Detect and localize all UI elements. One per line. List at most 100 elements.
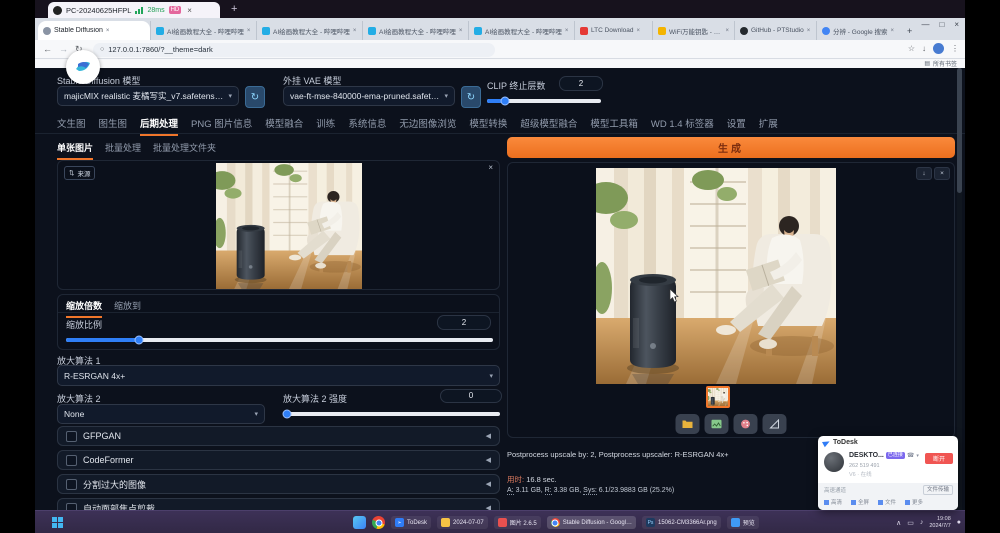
quick-files[interactable]: 文件 xyxy=(878,498,896,506)
generate-button[interactable]: 生成 xyxy=(507,137,955,158)
tab-close-icon[interactable]: × xyxy=(891,28,895,34)
subtab-batch-process[interactable]: 批量处理 xyxy=(105,141,141,160)
quick-fullscreen[interactable]: 全屏 xyxy=(851,498,869,506)
taskbar-app-preview[interactable]: 预览 xyxy=(727,516,759,529)
accordion-auto-face-crop[interactable]: 自动面部焦点剪裁 ◀ xyxy=(57,498,500,510)
subtab-batch-folder[interactable]: 批量处理文件夹 xyxy=(153,141,216,160)
phone-icon[interactable]: ☎ xyxy=(907,452,914,459)
tab-close-icon[interactable]: × xyxy=(565,28,569,34)
tab-close-icon[interactable]: × xyxy=(353,28,357,34)
gfpgan-checkbox[interactable] xyxy=(66,431,77,442)
browser-tab[interactable]: AI绘画教程大全 - 哔哩哔哩 × xyxy=(468,21,574,40)
browser-tab[interactable]: AI绘画教程大全 - 哔哩哔哩 × xyxy=(362,21,468,40)
back-button[interactable]: ← xyxy=(43,44,52,54)
tab-close-icon[interactable]: × xyxy=(247,28,251,34)
browser-tab[interactable]: LTC Download × xyxy=(574,21,652,40)
todesk-window[interactable]: ToDesk DESKTO... 已连接 ☎ ▾ 断开 262 519 491 … xyxy=(818,436,958,510)
browser-tab[interactable]: 分辨 - Google 搜索 × xyxy=(816,21,902,40)
taskbar-app-photoshop[interactable]: Ps 15062-CM3366Ar.png xyxy=(642,516,721,529)
send-to-extras-button[interactable] xyxy=(763,414,787,434)
close-result-button[interactable]: × xyxy=(934,167,950,180)
accordion-codeformer[interactable]: CodeFormer ◀ xyxy=(57,450,500,470)
plus-icon: + xyxy=(907,26,912,36)
face-crop-checkbox[interactable] xyxy=(66,503,77,511)
quick-hd[interactable]: 高清 xyxy=(824,498,842,506)
upscaler2-strength-slider[interactable] xyxy=(283,412,500,416)
browser-menu-icon[interactable]: ⋮ xyxy=(951,44,959,53)
bookmark-star-icon[interactable]: ☆ xyxy=(908,44,915,53)
checkpoint-dropdown[interactable]: majicMIX realistic 麦橘写实_v7.safetensors [… xyxy=(57,86,239,106)
site-info-icon[interactable]: ○ xyxy=(100,46,104,53)
tab-close-icon[interactable]: × xyxy=(459,28,463,34)
send-to-img2img-button[interactable] xyxy=(734,414,758,434)
clear-image-button[interactable]: × xyxy=(488,163,493,172)
source-chip: ⇅ 来源 xyxy=(64,166,95,180)
taskbar-app-folder[interactable]: 2024-07-07 xyxy=(437,516,488,529)
browser-tab[interactable]: AI绘画教程大全 - 哔哩哔哩 × xyxy=(150,21,256,40)
browser-tab[interactable]: WiFi万能钥匙 - 相关 × xyxy=(652,21,734,40)
upscaler2-dropdown[interactable]: None ▾ xyxy=(57,404,265,424)
browser-tab[interactable]: AI绘画教程大全 - 哔哩哔哩 × xyxy=(256,21,362,40)
subtab-single-image[interactable]: 单张图片 xyxy=(57,141,93,160)
refresh-vae-button[interactable]: ↻ xyxy=(461,86,481,108)
split-checkbox[interactable] xyxy=(66,479,77,490)
tab-close-icon[interactable]: × xyxy=(725,28,729,34)
maximize-button[interactable]: □ xyxy=(939,20,944,29)
download-result-button[interactable]: ↓ xyxy=(916,167,932,180)
accordion-gfpgan[interactable]: GFPGAN ◀ xyxy=(57,426,500,446)
quick-more[interactable]: 更多 xyxy=(905,498,923,506)
favicon xyxy=(740,27,748,35)
tab-scale-to[interactable]: 缩放到 xyxy=(114,295,141,318)
todesk-header[interactable]: ToDesk xyxy=(818,436,958,449)
notification-icon[interactable]: ● xyxy=(957,519,961,526)
widgets-icon[interactable] xyxy=(353,516,366,529)
session-close-icon[interactable]: × xyxy=(187,6,192,15)
browser-tab[interactable]: GitHub - PTStudio × xyxy=(734,21,816,40)
result-image[interactable] xyxy=(596,168,836,384)
forward-button[interactable]: → xyxy=(59,44,68,54)
upscaler2-strength-value[interactable]: 0 xyxy=(440,389,502,403)
save-image-button[interactable] xyxy=(705,414,729,434)
source-image-dropzone[interactable]: ⇅ 来源 × xyxy=(57,160,500,290)
refresh-checkpoint-button[interactable]: ↻ xyxy=(245,86,265,108)
file-transfer-button[interactable]: 文件传输 xyxy=(923,485,953,495)
clip-skip-value[interactable]: 2 xyxy=(559,76,603,91)
gallery-thumbnail[interactable] xyxy=(706,386,730,408)
display-icon[interactable]: ▭ xyxy=(907,519,914,527)
start-button[interactable] xyxy=(52,517,63,528)
close-button[interactable]: × xyxy=(954,20,959,29)
toolbar-icons: ☆ ↓ ⋮ xyxy=(908,43,959,54)
open-folder-button[interactable] xyxy=(676,414,700,434)
minimize-button[interactable]: — xyxy=(921,20,929,29)
taskbar-app-todesk[interactable]: ➢ ToDesk xyxy=(391,516,431,529)
chevron-down-icon[interactable]: ▾ xyxy=(916,453,919,459)
tray-expand-icon[interactable]: ∧ xyxy=(896,519,901,527)
tab-close-icon[interactable]: × xyxy=(106,28,110,34)
volume-icon[interactable]: ♪ xyxy=(920,519,924,526)
scrollbar-thumb[interactable] xyxy=(957,68,962,193)
new-session-button[interactable]: + xyxy=(231,3,237,15)
taskbar-app-photos[interactable]: 图片 2.6.5 xyxy=(494,516,541,529)
profile-avatar[interactable] xyxy=(933,43,944,54)
all-bookmarks-button[interactable]: ▤ 所有书签 xyxy=(924,59,957,68)
tab-close-icon[interactable]: × xyxy=(807,28,811,34)
disconnect-button[interactable]: 断开 xyxy=(925,453,953,464)
tab-scale-by[interactable]: 缩放倍数 xyxy=(66,295,102,318)
codeformer-checkbox[interactable] xyxy=(66,455,77,466)
download-icon[interactable]: ↓ xyxy=(922,44,926,53)
chrome-icon[interactable] xyxy=(372,516,385,529)
address-bar[interactable]: ○ 127.0.0.1:7860/?__theme=dark xyxy=(93,43,495,57)
accordion-label: 分割过大的图像 xyxy=(83,478,480,491)
taskbar-app-chrome-window[interactable]: Stable Diffusion - Googl… xyxy=(547,516,636,529)
remote-session-tab[interactable]: PC-20240625HFPL 28ms HD × xyxy=(48,2,220,18)
vae-dropdown[interactable]: vae-ft-mse-840000-ema-pruned.safetensors… xyxy=(283,86,455,106)
accordion-split-oversized[interactable]: 分割过大的图像 ◀ xyxy=(57,474,500,494)
tab-close-icon[interactable]: × xyxy=(637,28,641,34)
browser-tab-active[interactable]: Stable Diffusion × xyxy=(38,21,150,40)
tray-clock[interactable]: 19:08 2024/7/7 xyxy=(929,516,950,529)
upscaler1-dropdown[interactable]: R-ESRGAN 4x+ ▾ xyxy=(57,365,500,386)
scale-by-slider[interactable] xyxy=(66,338,493,342)
scale-by-value[interactable]: 2 xyxy=(437,315,491,330)
clip-skip-slider[interactable] xyxy=(487,99,601,103)
new-tab-button[interactable]: + xyxy=(902,21,922,40)
